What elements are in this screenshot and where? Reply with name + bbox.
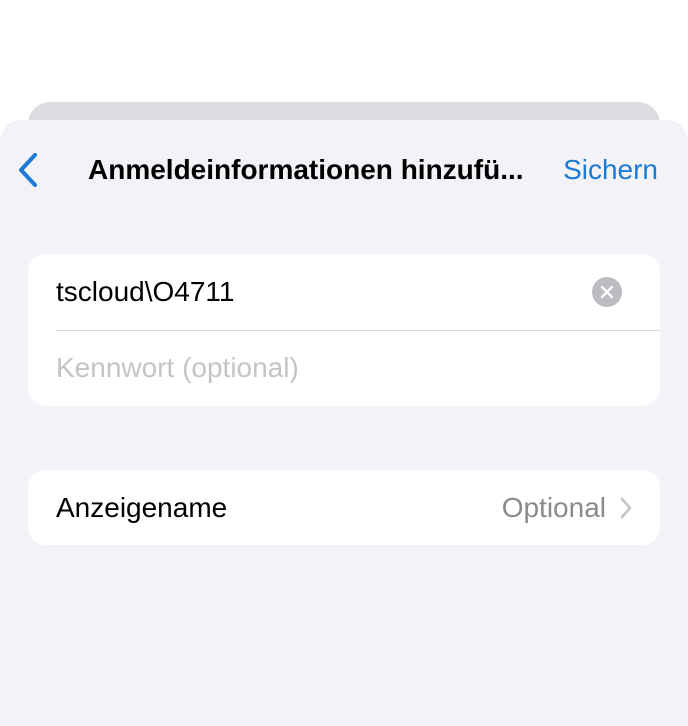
- clear-circle-icon: [600, 285, 614, 299]
- display-name-group: Anzeigename Optional: [28, 470, 660, 545]
- username-field[interactable]: tscloud\O4711: [56, 276, 592, 308]
- screen: Anmeldeinformationen hinzufü... Sichern …: [0, 0, 688, 726]
- clear-button[interactable]: [592, 277, 622, 307]
- chevron-left-icon: [19, 153, 37, 187]
- display-name-value: Optional: [501, 491, 606, 523]
- display-name-label: Anzeigename: [56, 491, 228, 523]
- back-button[interactable]: [10, 148, 46, 192]
- chevron-right-icon: [620, 497, 632, 519]
- modal-sheet: Anmeldeinformationen hinzufü... Sichern …: [0, 120, 688, 726]
- password-field[interactable]: Kennwort (optional): [56, 352, 632, 384]
- navigation-bar: Anmeldeinformationen hinzufü... Sichern: [0, 120, 688, 220]
- credentials-group: tscloud\O4711 Kennwort (optional): [28, 254, 660, 406]
- display-name-row[interactable]: Anzeigename Optional: [28, 470, 660, 545]
- save-button[interactable]: Sichern: [563, 150, 658, 190]
- username-row[interactable]: tscloud\O4711: [28, 254, 660, 330]
- page-title: Anmeldeinformationen hinzufü...: [88, 154, 524, 185]
- password-row[interactable]: Kennwort (optional): [28, 330, 660, 406]
